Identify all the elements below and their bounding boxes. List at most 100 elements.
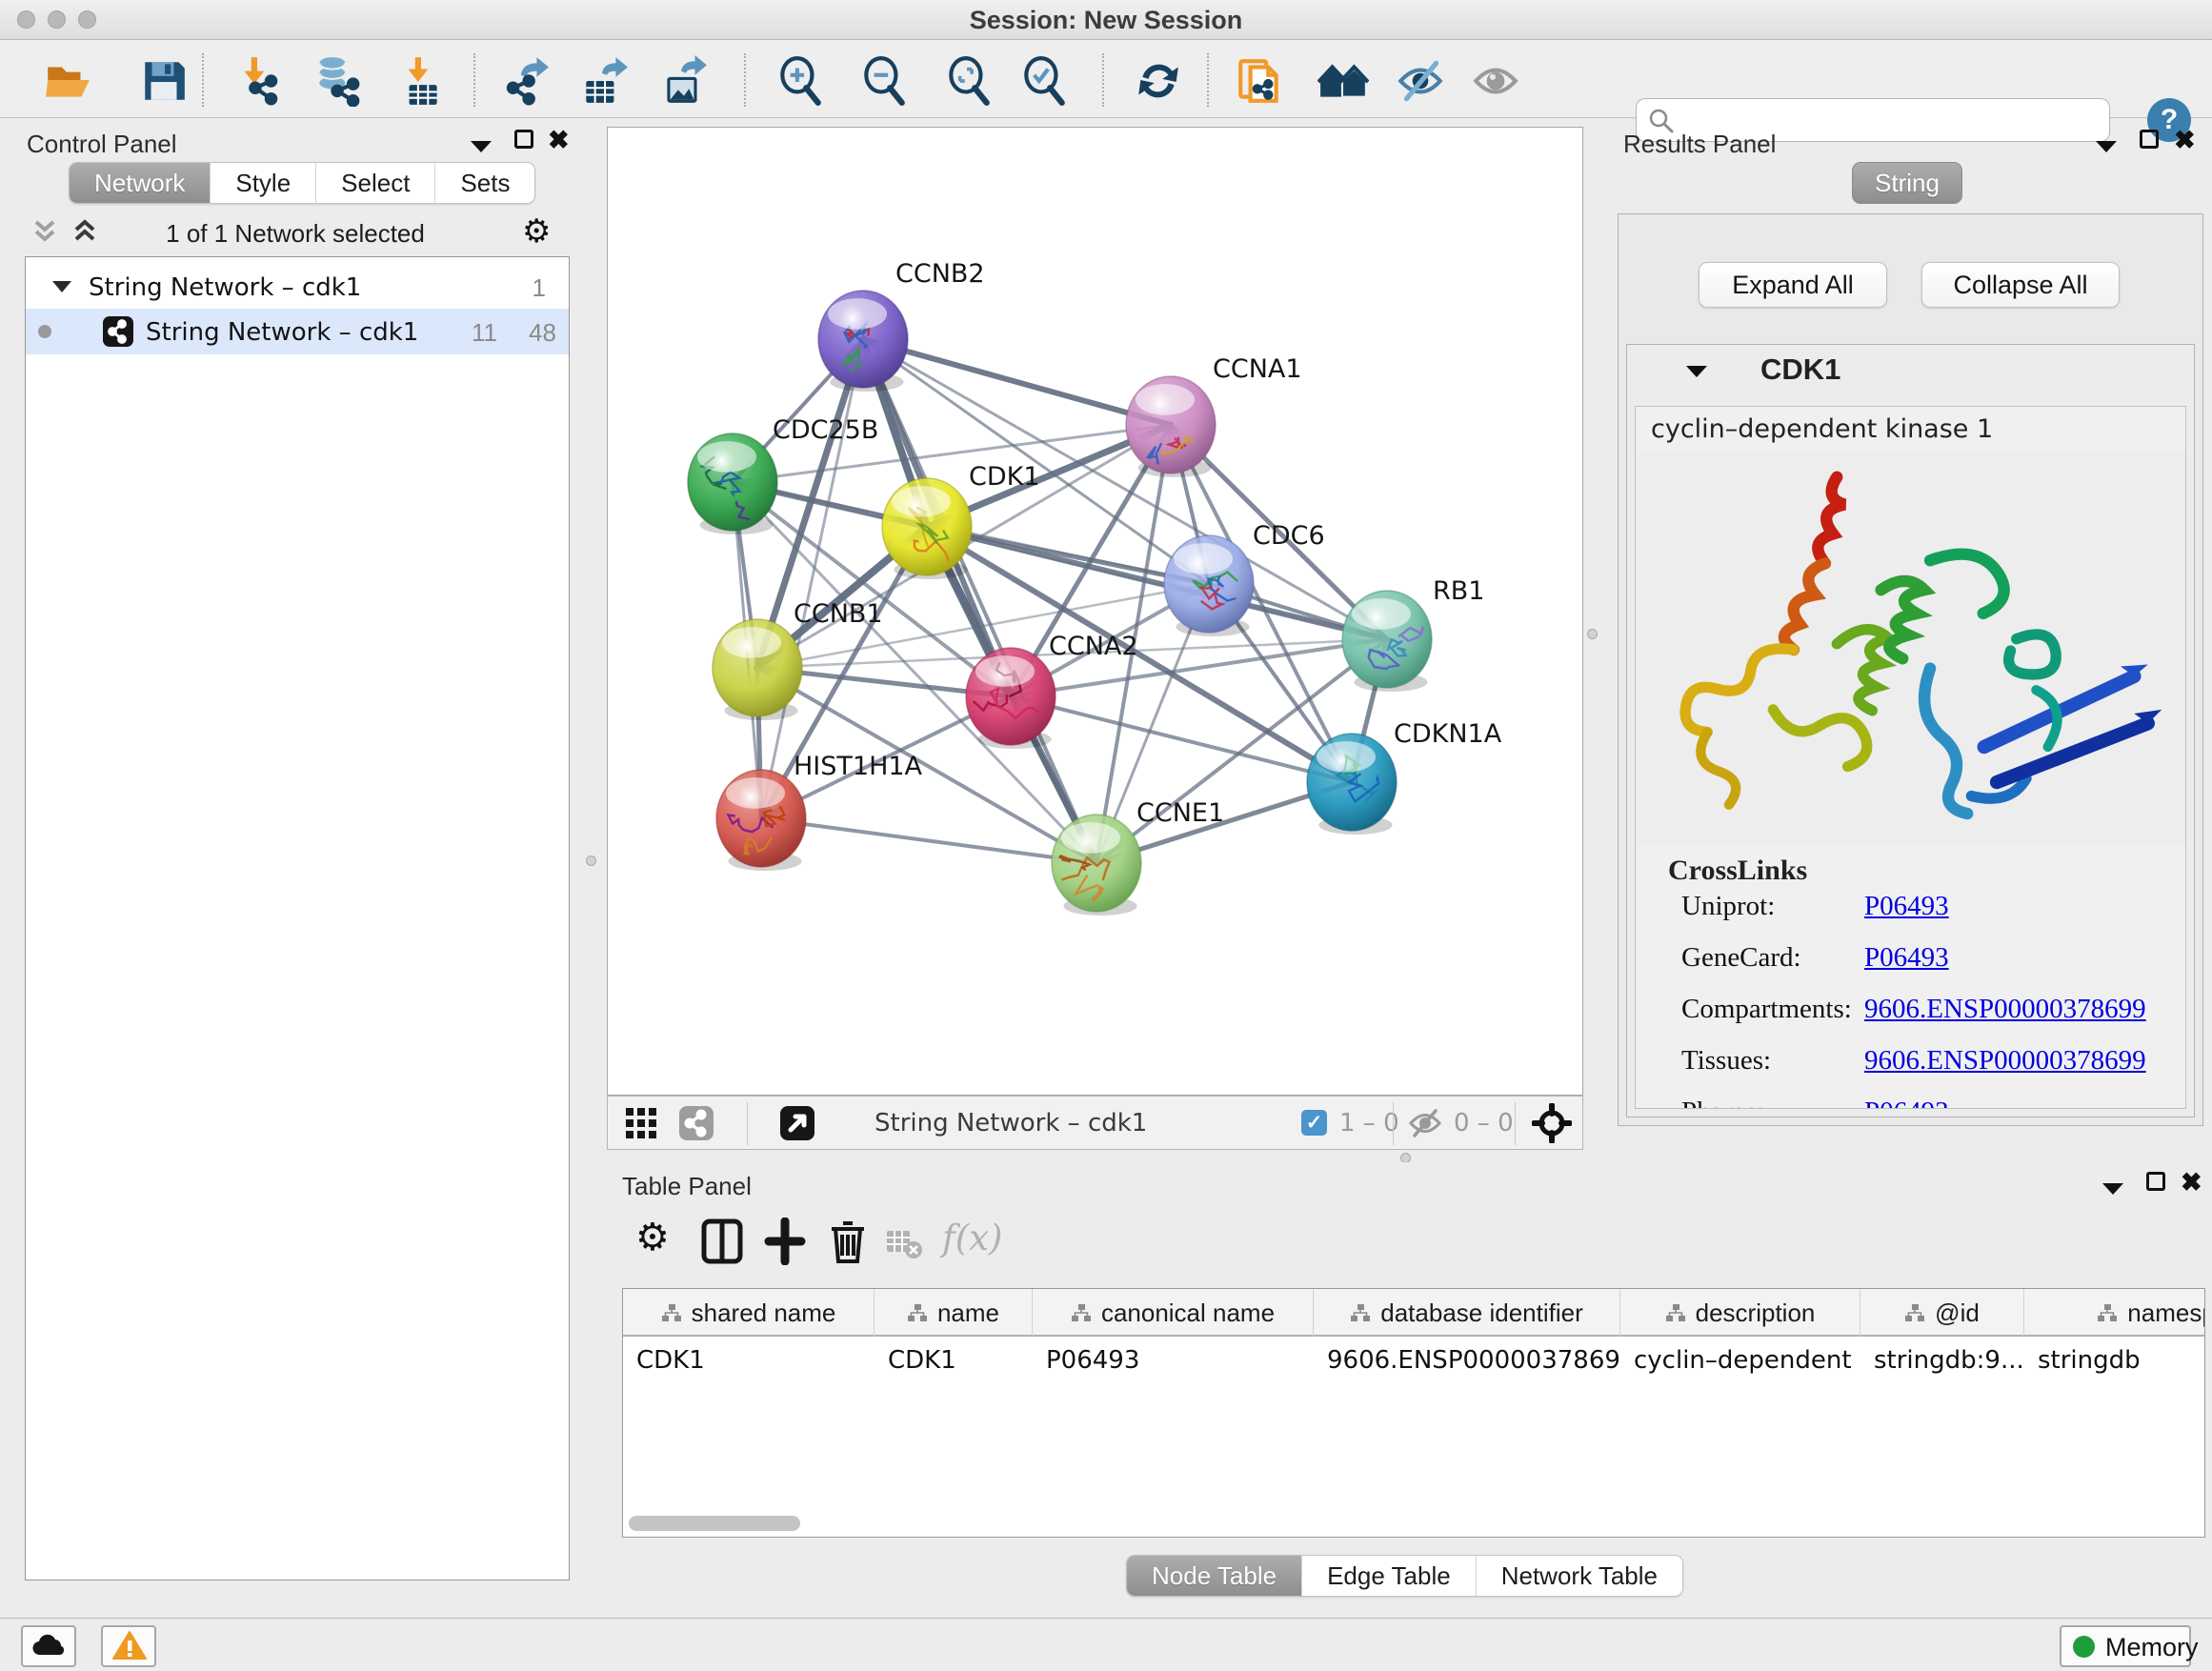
node-RB1[interactable]: RB1	[1342, 576, 1484, 692]
network-row-selected[interactable]: String Network – cdk1 11 48	[26, 309, 569, 354]
tree-expand-icon[interactable]	[50, 279, 73, 294]
table-cell[interactable]: 9606.ENSP00000378699	[1314, 1339, 1620, 1384]
node-CCNA1[interactable]: CCNA1	[1126, 354, 1302, 477]
export-image-icon[interactable]	[657, 55, 709, 107]
control-panel-menu-icon[interactable]	[469, 139, 493, 154]
network-options-gear-icon[interactable]: ⚙	[522, 215, 551, 248]
node-HIST1H1A[interactable]: HIST1H1A	[716, 752, 923, 871]
expand-all-button[interactable]: Expand All	[1699, 262, 1887, 308]
node-label: HIST1H1A	[794, 752, 923, 781]
results-panel-menu-icon[interactable]	[2094, 139, 2119, 154]
control-panel-close-icon[interactable]: ✖	[548, 128, 570, 152]
tab-style[interactable]: Style	[211, 163, 316, 203]
table-cell[interactable]: stringdb:9...	[1860, 1339, 2024, 1384]
pan-crosshair-icon[interactable]	[1532, 1103, 1572, 1143]
toolbar-separator	[202, 53, 204, 107]
table-panel-menu-icon[interactable]	[2101, 1181, 2125, 1197]
tab-select[interactable]: Select	[316, 163, 435, 203]
selected-nodes-checkbox[interactable]: ✓	[1301, 1110, 1327, 1136]
table-panel-close-icon[interactable]: ✖	[2181, 1170, 2202, 1195]
right-splitter-handle[interactable]	[1587, 629, 1598, 639]
import-network-file-icon[interactable]	[231, 55, 283, 107]
node-CCNE1[interactable]: CCNE1	[1052, 798, 1224, 916]
cloud-status-button[interactable]	[21, 1625, 76, 1667]
tab-network-table[interactable]: Network Table	[1477, 1556, 1682, 1596]
tab-sets[interactable]: Sets	[435, 163, 534, 203]
network-view-icon[interactable]	[678, 1105, 714, 1141]
column-header-description[interactable]: description	[1620, 1289, 1860, 1337]
network-canvas[interactable]: CCNB2CCNA1CDC25BCDK1CDC6RB1CCNB1CCNA2CDK…	[607, 127, 1583, 1096]
tab-edge-table[interactable]: Edge Table	[1302, 1556, 1477, 1596]
first-neighbors-icon[interactable]	[1317, 55, 1369, 107]
crosslink-link[interactable]: 9606.ENSP00000378699	[1864, 994, 2146, 1025]
node-CDKN1A[interactable]: CDKN1A	[1307, 719, 1502, 835]
collapse-all-icon[interactable]	[30, 219, 59, 244]
hide-selected-icon[interactable]	[1395, 55, 1446, 107]
crosslink-link[interactable]: P06493	[1864, 891, 1949, 922]
table-cell[interactable]: P06493	[1033, 1339, 1314, 1384]
left-splitter-handle[interactable]	[586, 856, 596, 866]
edge-CCNB2-HIST1H1A[interactable]	[761, 339, 863, 818]
gene-name: CDK1	[1760, 352, 1840, 387]
section-collapse-icon[interactable]	[1684, 364, 1709, 379]
import-table-file-icon[interactable]	[395, 55, 447, 107]
birds-eye-view-icon[interactable]	[779, 1105, 815, 1141]
import-network-database-icon[interactable]	[311, 55, 362, 107]
node-CCNB2[interactable]: CCNB2	[818, 259, 985, 392]
crosslink-link[interactable]: P06493	[1864, 942, 1949, 974]
memory-button[interactable]: Memory	[2060, 1625, 2191, 1667]
warning-status-button[interactable]	[101, 1625, 156, 1667]
tab-network[interactable]: Network	[70, 163, 211, 203]
table-cell[interactable]: stringdb	[2024, 1339, 2205, 1384]
collapse-all-button[interactable]: Collapse All	[1921, 262, 2120, 308]
table-cell[interactable]: CDK1	[875, 1339, 1033, 1384]
column-type-icon	[661, 1303, 682, 1322]
network-graph[interactable]: CCNB2CCNA1CDC25BCDK1CDC6RB1CCNB1CCNA2CDK…	[608, 128, 1582, 1095]
zoom-out-icon[interactable]	[858, 55, 910, 107]
control-panel-float-icon[interactable]	[514, 130, 533, 149]
string-results-box: Expand All Collapse All CDK1 cyclin–depe…	[1618, 213, 2203, 1126]
table-panel-float-icon[interactable]	[2146, 1172, 2165, 1191]
add-column-icon[interactable]	[761, 1218, 809, 1265]
scrollbar-thumb[interactable]	[629, 1516, 800, 1531]
zoom-in-icon[interactable]	[774, 55, 826, 107]
show-all-icon[interactable]	[1470, 55, 1521, 107]
duplicate-network-icon[interactable]	[1235, 55, 1286, 107]
column-header-@id[interactable]: @id	[1860, 1289, 2024, 1337]
delete-column-icon[interactable]	[824, 1218, 872, 1265]
delete-table-icon-disabled	[885, 1227, 923, 1261]
refresh-view-icon[interactable]	[1133, 55, 1184, 107]
column-header-shared-name[interactable]: shared name	[623, 1289, 875, 1337]
tab-string[interactable]: String	[1852, 162, 1962, 204]
export-network-icon[interactable]	[499, 55, 551, 107]
grid-view-icon[interactable]	[623, 1105, 659, 1141]
edge-HIST1H1A-CCNE1[interactable]	[761, 818, 1096, 863]
edge-CCNB2-CCNA1[interactable]	[863, 339, 1171, 425]
crosslink-link[interactable]: 9606.ENSP00000378699	[1864, 1045, 2146, 1077]
node-label: CDC6	[1253, 521, 1325, 551]
zoom-fit-icon[interactable]	[943, 55, 995, 107]
results-panel-close-icon[interactable]: ✖	[2174, 128, 2196, 152]
open-file-icon[interactable]	[43, 55, 94, 107]
column-header-namespace[interactable]: namespace	[2024, 1289, 2205, 1337]
table-cell[interactable]: cyclin–dependent ...	[1620, 1339, 1860, 1384]
show-columns-icon[interactable]	[698, 1218, 746, 1265]
table-horizontal-scrollbar[interactable]	[625, 1514, 2201, 1533]
column-header-name[interactable]: name	[875, 1289, 1033, 1337]
export-table-icon[interactable]	[578, 55, 630, 107]
network-collection-row[interactable]: String Network – cdk1 1	[26, 265, 569, 309]
tab-node-table[interactable]: Node Table	[1127, 1556, 1302, 1596]
expand-all-icon[interactable]	[70, 219, 99, 244]
column-header-canonical-name[interactable]: canonical name	[1033, 1289, 1314, 1337]
table-options-gear-icon[interactable]: ⚙	[635, 1221, 670, 1254]
save-session-icon[interactable]	[138, 55, 190, 107]
table-cell[interactable]: CDK1	[623, 1339, 875, 1384]
node-CCNB1[interactable]: CCNB1	[713, 599, 883, 720]
results-panel-float-icon[interactable]	[2140, 130, 2159, 149]
crosslink-link[interactable]: P06493	[1864, 1097, 1949, 1109]
crosslink-label: Compartments:	[1681, 994, 1852, 1025]
zoom-selected-icon[interactable]	[1018, 55, 1070, 107]
edge-CCNB2-CCNE1[interactable]	[863, 339, 1096, 863]
column-header-database-identifier[interactable]: database identifier	[1314, 1289, 1620, 1337]
network-selection-status: 1 of 1 Network selected	[114, 219, 476, 249]
